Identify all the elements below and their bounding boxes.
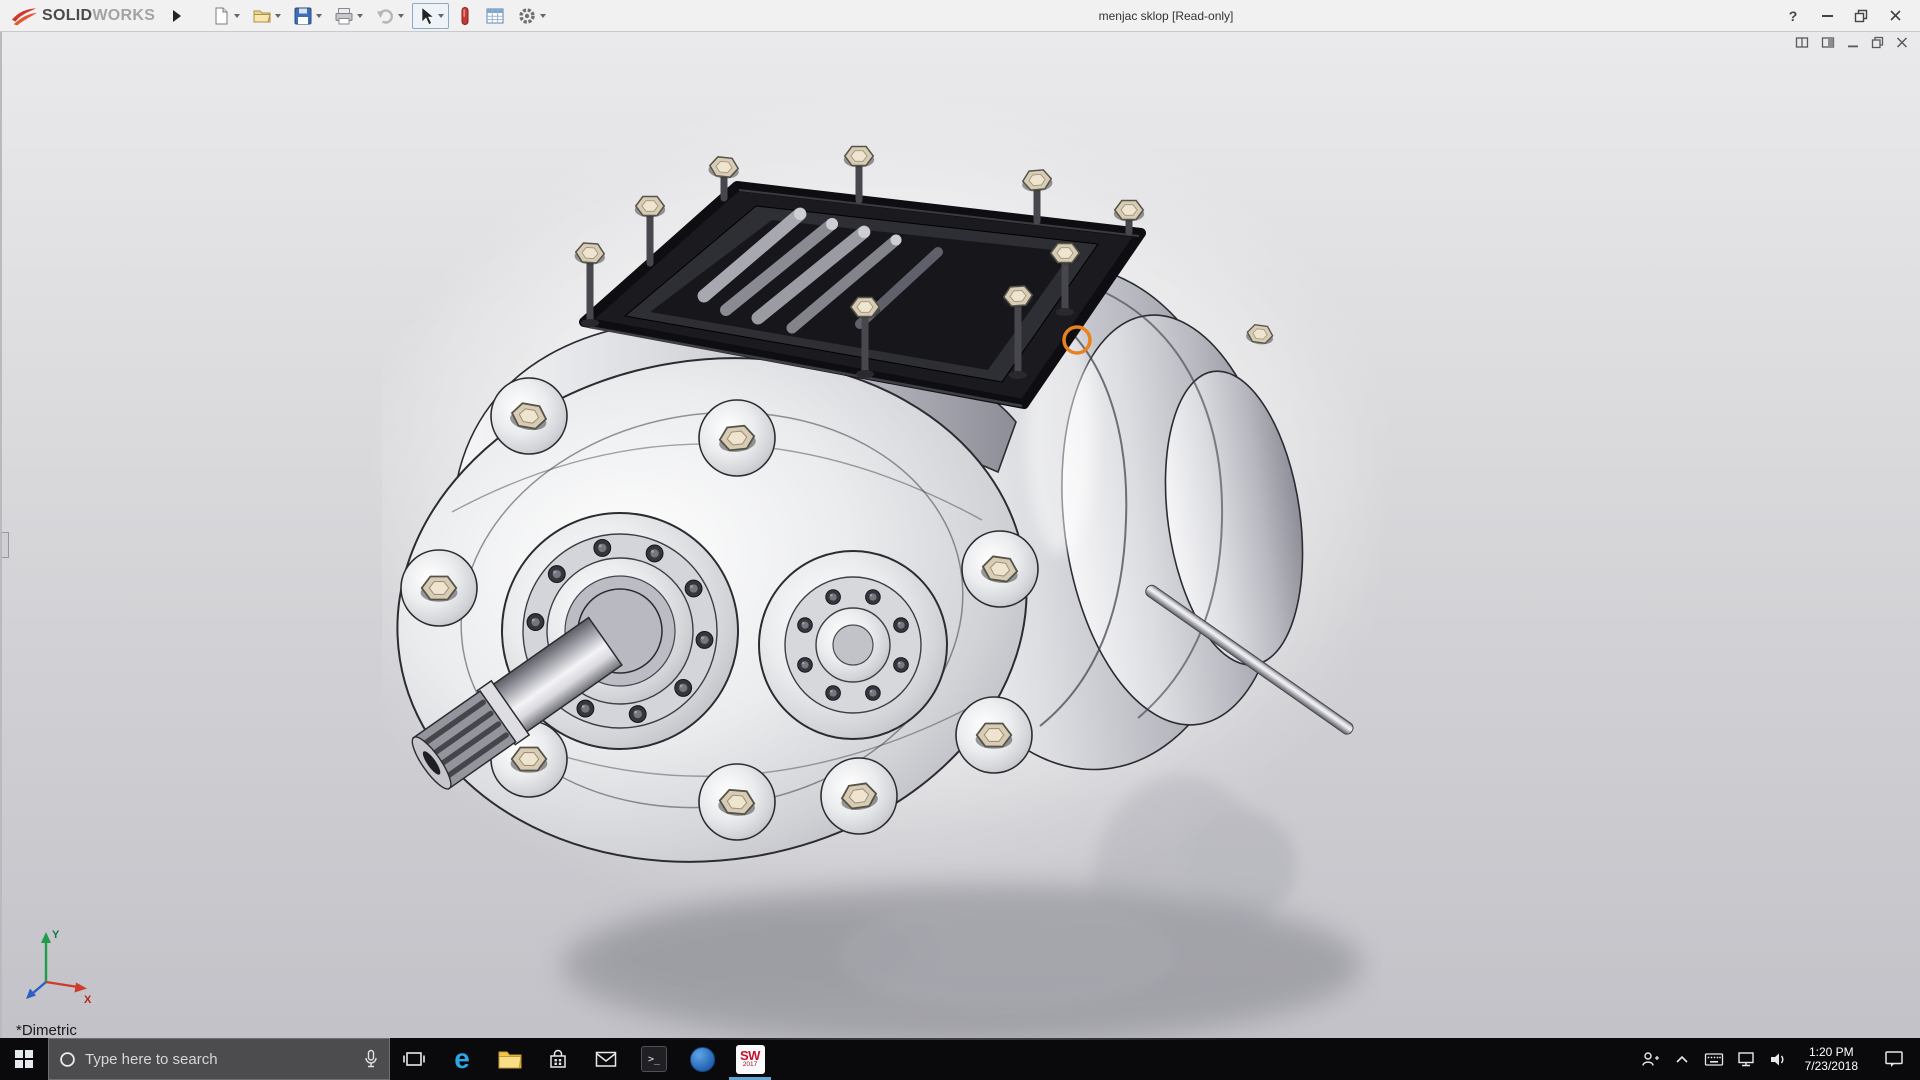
search-input[interactable] <box>85 1051 354 1068</box>
undo-arrow-icon <box>375 6 395 26</box>
touch-keyboard-button[interactable] <box>1701 1038 1727 1080</box>
minimize-icon <box>1822 15 1833 17</box>
restore-icon <box>1854 9 1868 23</box>
appearance-button[interactable] <box>453 3 477 29</box>
taskbar-search[interactable] <box>48 1038 390 1080</box>
design-table-button[interactable] <box>481 3 509 29</box>
chevron-up-icon <box>1675 1054 1689 1064</box>
gearbox-model[interactable] <box>382 120 1382 1040</box>
doc-restore-button[interactable] <box>1871 36 1884 49</box>
help-button[interactable]: ? <box>1776 1 1810 31</box>
brand-text-light: WORKS <box>92 7 155 24</box>
pane-splitter-handle[interactable] <box>2 532 9 558</box>
restore-button[interactable] <box>1844 1 1878 31</box>
volume-icon <box>1768 1051 1788 1068</box>
command-prompt-icon: >_ <box>641 1046 667 1072</box>
pane-right-icon[interactable] <box>1821 36 1835 49</box>
open-button[interactable] <box>248 3 285 29</box>
edge-button[interactable]: e <box>438 1038 486 1080</box>
design-table-grid-icon <box>485 6 505 26</box>
command-prompt-button[interactable]: >_ <box>630 1038 678 1080</box>
doc-close-button[interactable] <box>1896 36 1908 49</box>
volume-button[interactable] <box>1765 1038 1791 1080</box>
graphics-area[interactable]: Y X *Dimetric <box>0 32 1920 1038</box>
cortana-circle-icon <box>59 1051 76 1068</box>
select-tool-button[interactable] <box>412 3 449 29</box>
print-button[interactable] <box>330 3 367 29</box>
options-gear-icon <box>517 6 537 26</box>
select-cursor-icon <box>417 6 435 26</box>
hidden-icons-button[interactable] <box>1669 1038 1695 1080</box>
solidworks-logo-icon <box>10 5 38 27</box>
microphone-icon[interactable] <box>363 1049 379 1069</box>
network-button[interactable] <box>1733 1038 1759 1080</box>
touch-keyboard-icon <box>1704 1052 1724 1067</box>
doc-minimize-button[interactable] <box>1847 36 1859 49</box>
document-title: menjac sklop [Read-only] <box>1099 0 1234 32</box>
toolbar-flyout-arrow-icon[interactable] <box>169 10 185 22</box>
y-axis-label: Y <box>52 929 60 941</box>
options-button[interactable] <box>513 3 550 29</box>
x-axis-label: X <box>84 994 92 1006</box>
solidworks-app-icon: SW 2017 <box>736 1045 765 1074</box>
edge-icon: e <box>454 1045 470 1073</box>
quick-toolbar <box>207 3 550 29</box>
solidworks-logo: SOLIDWORKS <box>0 5 155 27</box>
start-button[interactable] <box>0 1038 48 1080</box>
action-center-icon <box>1883 1049 1905 1069</box>
file-explorer-icon <box>497 1048 523 1070</box>
z-axis <box>33 982 46 993</box>
people-icon <box>1640 1050 1660 1068</box>
undo-button[interactable] <box>371 3 408 29</box>
network-icon <box>1736 1051 1756 1068</box>
clock-date: 7/23/2018 <box>1805 1059 1858 1073</box>
clock-time: 1:20 PM <box>1805 1045 1858 1059</box>
solidworks-taskbar-button[interactable]: SW 2017 <box>726 1038 774 1080</box>
mail-icon <box>594 1049 618 1069</box>
action-center-button[interactable] <box>1872 1038 1916 1080</box>
appearance-capsule-icon <box>457 6 473 26</box>
save-button[interactable] <box>289 3 326 29</box>
save-floppy-icon <box>293 6 313 26</box>
new-document-button[interactable] <box>207 3 244 29</box>
secondary-flange[interactable] <box>759 551 947 739</box>
blue-app-button[interactable] <box>678 1038 726 1080</box>
task-view-button[interactable] <box>390 1038 438 1080</box>
store-icon <box>547 1048 569 1071</box>
taskbar: e >_ SW 2017 <box>0 1038 1920 1080</box>
titlebar: SOLIDWORKS <box>0 0 1920 32</box>
file-explorer-button[interactable] <box>486 1038 534 1080</box>
close-icon <box>1889 9 1902 22</box>
new-document-icon <box>211 6 231 26</box>
pane-left-icon[interactable] <box>1795 36 1809 49</box>
brand-text-bold: SOLID <box>42 7 92 24</box>
mail-button[interactable] <box>582 1038 630 1080</box>
close-button[interactable] <box>1878 1 1912 31</box>
minimize-button[interactable] <box>1810 1 1844 31</box>
view-orientation-label: *Dimetric <box>16 1022 77 1039</box>
orientation-triad: Y X <box>10 924 102 1012</box>
open-folder-icon <box>252 6 272 26</box>
x-axis <box>46 982 78 987</box>
task-view-icon <box>402 1048 426 1070</box>
store-button[interactable] <box>534 1038 582 1080</box>
system-tray: 1:20 PM 7/23/2018 <box>1637 1038 1920 1080</box>
window-controls: ? <box>1776 1 1920 31</box>
windows-logo-icon <box>15 1050 33 1068</box>
print-icon <box>334 6 354 26</box>
document-window-controls <box>1795 36 1908 49</box>
blue-app-icon <box>690 1047 715 1072</box>
people-button[interactable] <box>1637 1038 1663 1080</box>
taskbar-clock[interactable]: 1:20 PM 7/23/2018 <box>1797 1045 1866 1073</box>
